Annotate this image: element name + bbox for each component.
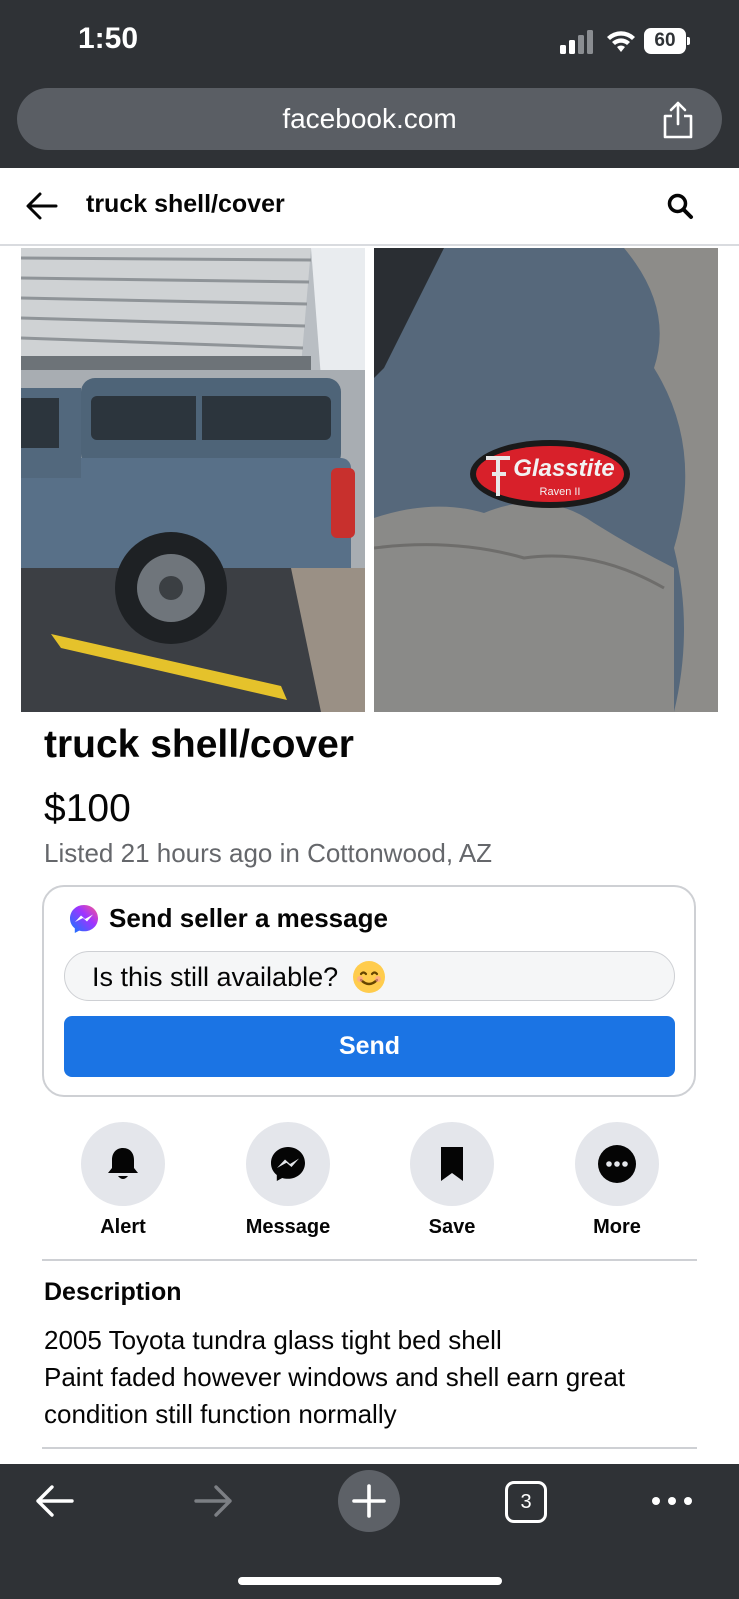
browser-forward-icon[interactable]	[182, 1471, 242, 1531]
share-icon[interactable]	[660, 100, 696, 140]
description-line: 2005 Toyota tundra glass tight bed shell	[44, 1325, 502, 1355]
more-button[interactable]: More	[557, 1122, 677, 1239]
messenger-icon	[271, 1147, 305, 1181]
save-button[interactable]: Save	[392, 1122, 512, 1239]
more-icon	[598, 1145, 636, 1183]
bell-icon	[108, 1148, 138, 1179]
message-button-circle[interactable]	[246, 1122, 330, 1206]
alert-button[interactable]: Alert	[63, 1122, 183, 1239]
bookmark-icon	[441, 1147, 463, 1181]
description-line: Paint faded however windows and shell ea…	[44, 1362, 626, 1392]
description-heading: Description	[44, 1278, 182, 1306]
alert-label: Alert	[100, 1216, 146, 1238]
divider	[42, 1259, 697, 1261]
battery-icon: 60	[644, 28, 690, 54]
more-label: More	[593, 1216, 641, 1238]
browser-menu-icon[interactable]	[642, 1471, 702, 1531]
message-button[interactable]: Message	[228, 1122, 348, 1239]
new-tab-icon[interactable]	[338, 1470, 400, 1532]
url-text: facebook.com	[282, 103, 457, 134]
message-input-value[interactable]: Is this still available?	[92, 962, 338, 993]
back-arrow-icon[interactable]	[24, 190, 60, 222]
more-button-circle[interactable]	[575, 1122, 659, 1206]
save-label: Save	[428, 1216, 476, 1238]
tabs-count-button[interactable]: 3	[505, 1481, 547, 1523]
listing-photo-2[interactable]: Glasstite Raven II	[374, 248, 718, 712]
alert-button-circle[interactable]	[81, 1122, 165, 1206]
wifi-icon	[607, 31, 635, 52]
search-icon[interactable]	[666, 192, 694, 220]
listing-price: $100	[44, 787, 131, 830]
browser-back-icon[interactable]	[26, 1471, 86, 1531]
messenger-icon	[70, 905, 98, 933]
description-line: condition still function normally	[44, 1399, 397, 1429]
message-heading: Send seller a message	[109, 903, 388, 933]
description-body: 2005 Toyota tundra glass tight bed shell…	[44, 1322, 704, 1433]
send-button[interactable]: Send	[64, 1016, 675, 1077]
listing-title: truck shell/cover	[44, 723, 354, 766]
smiling-emoji-icon	[353, 961, 385, 993]
listing-meta: Listed 21 hours ago in Cottonwood, AZ	[44, 838, 493, 868]
badge-brand-text: Glasstite	[513, 455, 614, 482]
message-label: Message	[245, 1216, 331, 1238]
home-indicator	[238, 1577, 502, 1585]
listing-photo-1[interactable]	[21, 248, 365, 712]
status-time: 1:50	[78, 22, 139, 55]
badge-model-text: Raven II	[540, 486, 581, 498]
address-bar[interactable]: facebook.com	[17, 88, 722, 150]
cellular-signal-icon	[560, 30, 593, 54]
divider	[42, 1447, 697, 1449]
header-title: truck shell/cover	[86, 190, 285, 218]
save-button-circle[interactable]	[410, 1122, 494, 1206]
battery-level: 60	[644, 28, 686, 54]
